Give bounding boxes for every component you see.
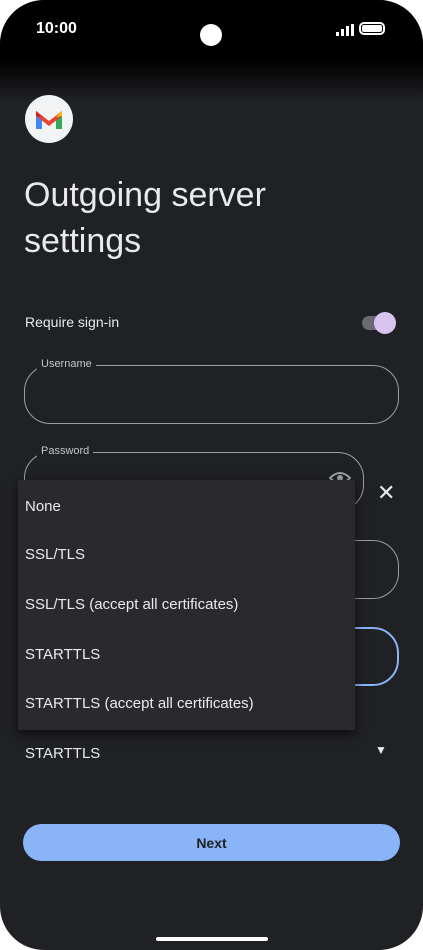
menu-item-ssl-tls[interactable]: SSL/TLS [25, 546, 85, 563]
toggle-thumb [374, 312, 396, 334]
menu-item-starttls-accept-all[interactable]: STARTTLS (accept all certificates) [25, 695, 254, 712]
menu-item-none[interactable]: None [25, 498, 61, 515]
phone-frame: 10:00 Outgoing server settings Require s… [0, 0, 423, 950]
header-shade [0, 60, 423, 100]
signal-icon [336, 24, 354, 36]
status-time: 10:00 [36, 20, 77, 37]
page-title: Outgoing server settings [24, 176, 266, 260]
require-signin-toggle[interactable] [362, 312, 396, 334]
security-dropdown-menu: None SSL/TLS SSL/TLS (accept all certifi… [18, 480, 355, 730]
menu-item-ssl-tls-accept-all[interactable]: SSL/TLS (accept all certificates) [25, 596, 238, 613]
close-icon[interactable]: ✕ [377, 480, 395, 506]
password-label: Password [37, 445, 94, 457]
gmail-icon [25, 95, 73, 143]
battery-icon [359, 22, 385, 35]
menu-item-starttls[interactable]: STARTTLS [25, 646, 100, 663]
camera-cutout [200, 24, 222, 46]
dropdown-arrow-icon[interactable]: ▼ [375, 743, 387, 757]
status-bar: 10:00 [0, 0, 423, 60]
username-field[interactable]: Username [24, 358, 399, 424]
username-label: Username [37, 358, 96, 370]
security-selected-value[interactable]: STARTTLS [25, 745, 100, 762]
gesture-navigation-bar[interactable] [156, 937, 268, 941]
next-button[interactable]: Next [23, 824, 400, 861]
require-signin-label: Require sign-in [25, 314, 120, 330]
